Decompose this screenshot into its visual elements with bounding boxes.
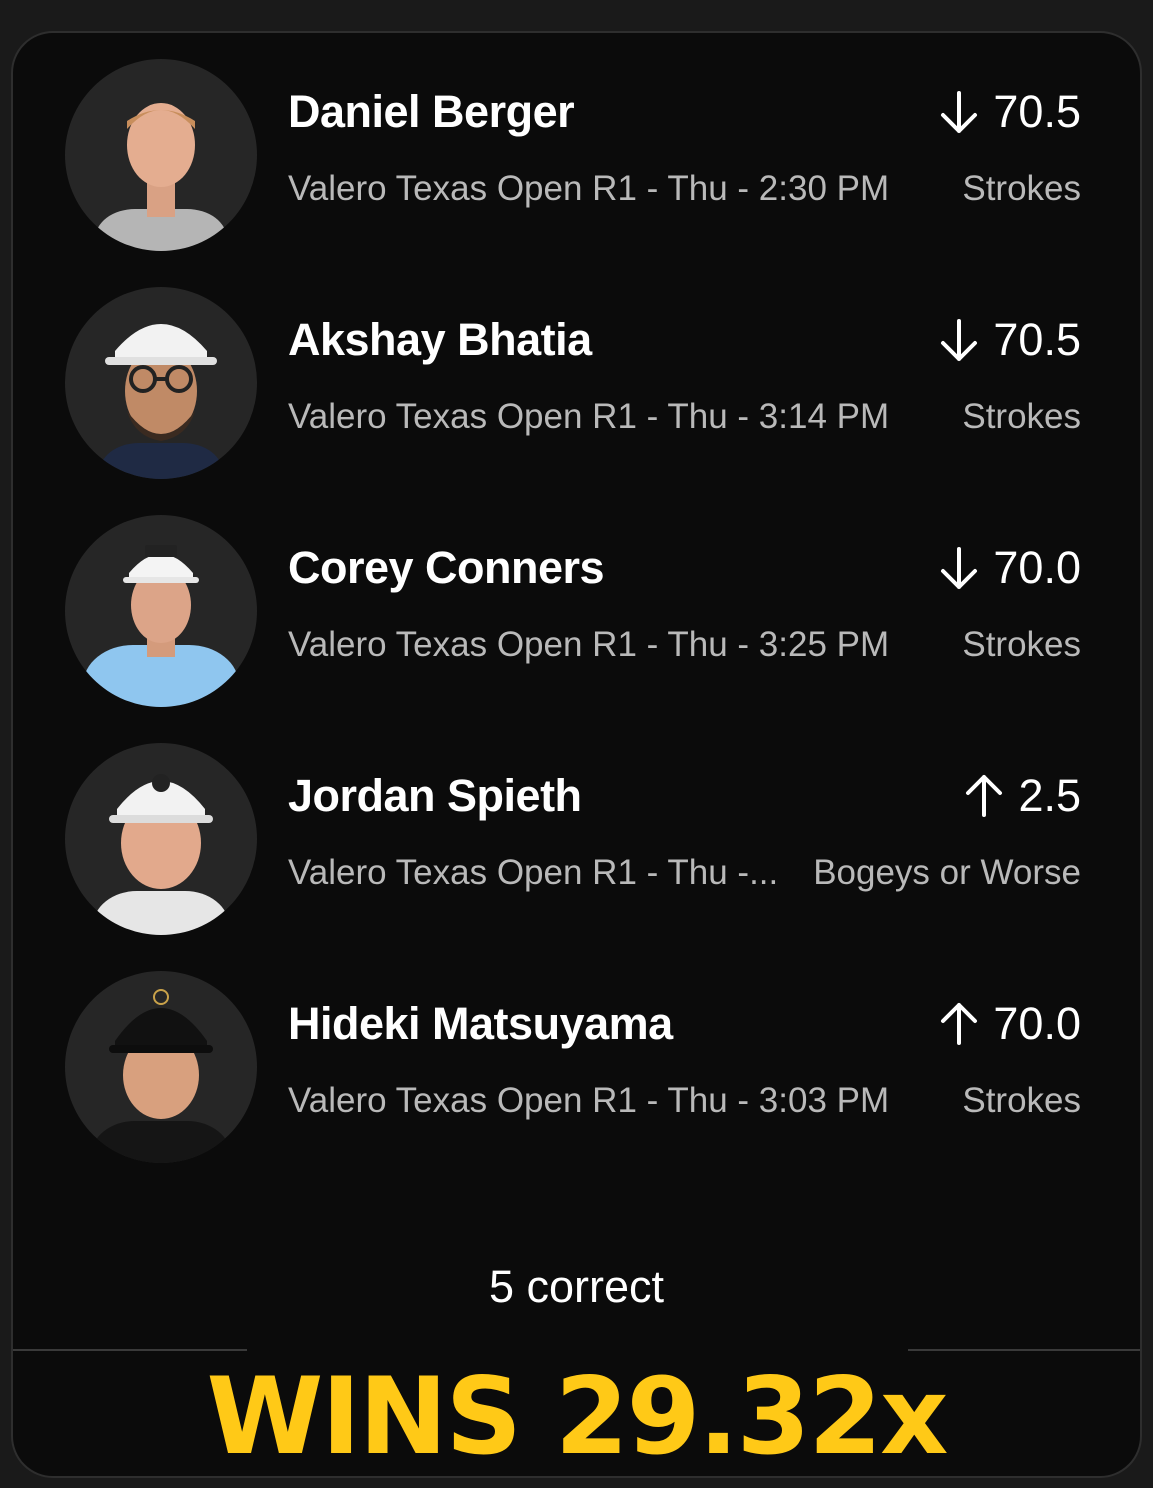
projection-line: 70.5	[939, 314, 1081, 366]
line-value: 70.5	[993, 86, 1081, 137]
event-info: Valero Texas Open R1 - Thu -...	[288, 853, 779, 892]
line-value: 2.5	[1018, 770, 1081, 821]
player-name: Corey Conners	[288, 542, 605, 593]
player-name: Hideki Matsuyama	[288, 998, 673, 1049]
event-info: Valero Texas Open R1 - Thu - 3:25 PM	[288, 625, 890, 664]
line-value: 70.0	[993, 998, 1081, 1049]
projection-line: 2.5	[964, 770, 1081, 822]
event-info: Valero Texas Open R1 - Thu - 3:14 PM	[288, 397, 890, 436]
divider-right	[908, 1349, 1140, 1351]
line-value: 70.5	[993, 314, 1081, 365]
arrow-down-icon	[941, 547, 978, 589]
pick-row[interactable]: Jordan Spieth Valero Texas Open R1 - Thu…	[13, 743, 1140, 943]
entry-card: Daniel Berger Valero Texas Open R1 - Thu…	[11, 31, 1142, 1478]
arrow-up-icon	[966, 775, 1003, 817]
projection-line: 70.0	[939, 998, 1081, 1050]
player-avatar	[65, 59, 257, 251]
player-avatar	[65, 743, 257, 935]
arrow-down-icon	[941, 91, 978, 133]
arrow-down-icon	[941, 319, 978, 361]
stat-type: Strokes	[962, 1081, 1081, 1120]
stat-type: Strokes	[962, 169, 1081, 208]
result-summary: 5 correct	[488, 1261, 665, 1312]
pick-row[interactable]: Hideki Matsuyama Valero Texas Open R1 - …	[13, 971, 1140, 1171]
payout-multiplier: WINS 29.32x	[206, 1355, 949, 1478]
stat-type: Bogeys or Worse	[813, 853, 1081, 892]
line-value: 70.0	[993, 542, 1081, 593]
stat-type: Strokes	[962, 397, 1081, 436]
player-avatar	[65, 287, 257, 479]
pick-row[interactable]: Akshay Bhatia Valero Texas Open R1 - Thu…	[13, 287, 1140, 487]
player-avatar	[65, 971, 257, 1163]
projection-line: 70.0	[939, 542, 1081, 594]
player-name: Jordan Spieth	[288, 770, 582, 821]
pick-row[interactable]: Corey Conners Valero Texas Open R1 - Thu…	[13, 515, 1140, 715]
stat-type: Strokes	[962, 625, 1081, 664]
player-avatar	[65, 515, 257, 707]
divider-left	[13, 1349, 247, 1351]
event-info: Valero Texas Open R1 - Thu - 2:30 PM	[288, 169, 890, 208]
projection-line: 70.5	[939, 86, 1081, 138]
pick-row[interactable]: Daniel Berger Valero Texas Open R1 - Thu…	[13, 59, 1140, 259]
player-name: Akshay Bhatia	[288, 314, 592, 365]
arrow-up-icon	[941, 1003, 978, 1045]
player-name: Daniel Berger	[288, 86, 575, 137]
event-info: Valero Texas Open R1 - Thu - 3:03 PM	[288, 1081, 890, 1120]
